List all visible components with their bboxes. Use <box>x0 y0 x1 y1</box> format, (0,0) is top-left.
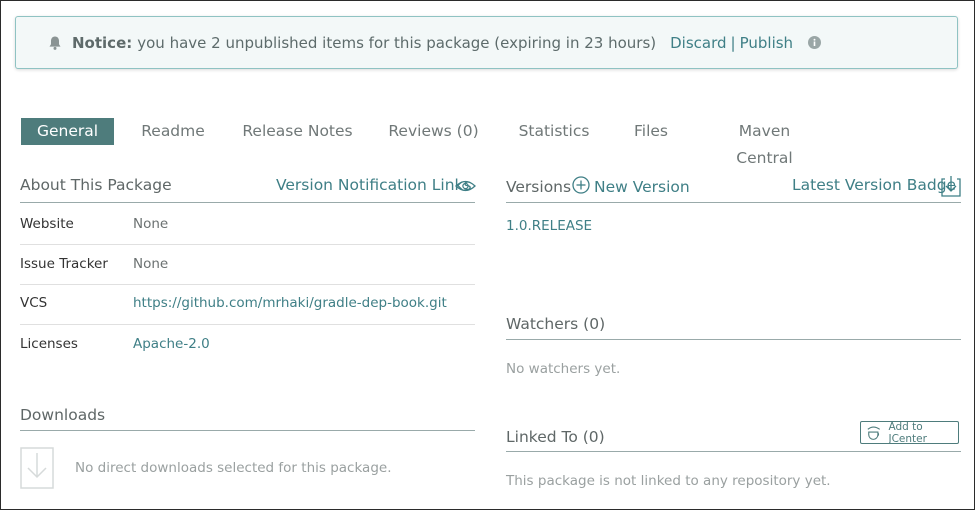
notice-banner: Notice: you have 2 unpublished items for… <box>15 16 958 69</box>
downloads-title: Downloads <box>20 406 106 424</box>
row-divider <box>20 244 475 245</box>
watchers-divider <box>506 339 961 340</box>
website-value: None <box>133 216 169 232</box>
version-notification-link[interactable]: Version Notification Links <box>276 176 472 194</box>
jcenter-icon <box>867 426 881 440</box>
notice-label: Notice: <box>72 33 133 52</box>
download-icon <box>20 447 54 489</box>
tab-maven-central[interactable]: Maven Central <box>709 118 820 167</box>
tab-statistics[interactable]: Statistics <box>513 118 595 145</box>
downloads-empty-text: No direct downloads selected for this pa… <box>75 460 392 476</box>
versions-divider <box>506 202 961 203</box>
about-divider <box>20 202 475 203</box>
info-icon[interactable] <box>808 36 822 49</box>
latest-version-badge-link[interactable]: Latest Version Badge <box>792 176 956 194</box>
eye-icon[interactable] <box>455 179 476 193</box>
vcs-label: VCS <box>20 295 48 311</box>
linked-title: Linked To (0) <box>506 428 605 446</box>
linked-empty-text: This package is not linked to any reposi… <box>506 473 831 489</box>
watchers-title: Watchers (0) <box>506 315 606 333</box>
downloads-divider <box>20 430 475 431</box>
website-label: Website <box>20 216 74 232</box>
add-to-jcenter-button[interactable]: Add to JCenter <box>860 420 959 445</box>
license-link[interactable]: Apache-2.0 <box>133 336 210 352</box>
new-version-link[interactable]: New Version <box>594 178 690 196</box>
version-link[interactable]: 1.0.RELEASE <box>506 218 592 234</box>
plus-circle-icon[interactable] <box>572 176 590 194</box>
tab-reviews[interactable]: Reviews (0) <box>386 118 481 145</box>
notice-separator: | <box>730 33 736 52</box>
tab-readme[interactable]: Readme <box>131 118 215 145</box>
discard-link[interactable]: Discard <box>670 34 726 52</box>
about-title: About This Package <box>20 176 172 194</box>
bell-icon <box>49 36 61 50</box>
publish-link[interactable]: Publish <box>740 34 793 52</box>
linked-divider <box>506 451 961 452</box>
tab-release-notes[interactable]: Release Notes <box>241 118 354 145</box>
vcs-link[interactable]: https://github.com/mrhaki/gradle-dep-boo… <box>133 295 447 311</box>
add-to-jcenter-label: Add to JCenter <box>888 420 927 445</box>
watchers-empty-text: No watchers yet. <box>506 361 621 377</box>
versions-title: Versions <box>506 178 572 196</box>
tab-general[interactable]: General <box>21 118 114 145</box>
download-badge-icon[interactable] <box>941 175 961 197</box>
issue-tracker-label: Issue Tracker <box>20 256 108 272</box>
row-divider <box>20 324 475 325</box>
tab-files[interactable]: Files <box>627 118 675 145</box>
notice-message: you have 2 unpublished items for this pa… <box>137 33 657 52</box>
licenses-label: Licenses <box>20 336 78 352</box>
row-divider <box>20 284 475 285</box>
issue-tracker-value: None <box>133 256 169 272</box>
